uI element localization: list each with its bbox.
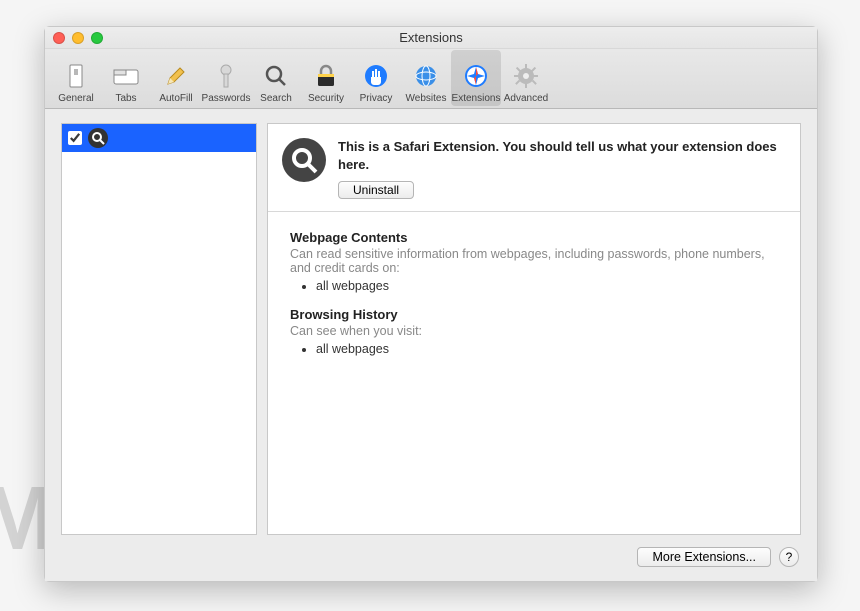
titlebar: Extensions (45, 27, 817, 49)
tab-label: Security (308, 93, 344, 104)
gear-icon (512, 62, 540, 90)
tab-label: General (58, 93, 94, 104)
tab-websites[interactable]: Websites (401, 50, 451, 106)
search-icon (282, 138, 326, 182)
extension-detail-pane: This is a Safari Extension. You should t… (267, 123, 801, 535)
extension-enable-checkbox[interactable] (68, 131, 82, 145)
tab-label: Tabs (115, 93, 136, 104)
sidebar-item-extension[interactable] (62, 124, 256, 152)
more-extensions-button[interactable]: More Extensions... (637, 547, 771, 567)
slider-icon (62, 62, 90, 90)
uninstall-button[interactable]: Uninstall (338, 181, 414, 199)
section-desc: Can read sensitive information from webp… (290, 247, 778, 275)
preferences-window: Extensions General Tabs AutoFill (44, 26, 818, 582)
traffic-lights (53, 32, 103, 44)
tab-search[interactable]: Search (251, 50, 301, 106)
tab-tabs[interactable]: Tabs (101, 50, 151, 106)
extension-description: This is a Safari Extension. You should t… (338, 138, 784, 173)
window-title: Extensions (45, 30, 817, 45)
close-icon[interactable] (53, 32, 65, 44)
permission-item: all webpages (316, 342, 778, 356)
compass-icon (462, 62, 490, 90)
tab-label: Search (260, 93, 292, 104)
hand-icon (362, 62, 390, 90)
tab-label: Passwords (202, 93, 251, 104)
detail-header: This is a Safari Extension. You should t… (268, 124, 800, 212)
permission-item: all webpages (316, 279, 778, 293)
section-title: Webpage Contents (290, 230, 778, 245)
footer: More Extensions... ? (61, 535, 801, 571)
minimize-icon[interactable] (72, 32, 84, 44)
tab-label: Websites (406, 93, 447, 104)
tab-extensions[interactable]: Extensions (451, 50, 501, 106)
tab-label: Advanced (504, 93, 548, 104)
lock-icon (312, 62, 340, 90)
toolbar: General Tabs AutoFill Passwords (45, 49, 817, 109)
extensions-sidebar[interactable] (61, 123, 257, 535)
tab-label: AutoFill (159, 93, 192, 104)
tab-privacy[interactable]: Privacy (351, 50, 401, 106)
search-icon (88, 128, 108, 148)
tab-label: Extensions (452, 93, 501, 104)
pencil-icon (162, 62, 190, 90)
globe-icon (412, 62, 440, 90)
tab-general[interactable]: General (51, 50, 101, 106)
key-icon (212, 62, 240, 90)
help-button[interactable]: ? (779, 547, 799, 567)
tab-autofill[interactable]: AutoFill (151, 50, 201, 106)
section-title: Browsing History (290, 307, 778, 322)
tab-icon (112, 62, 140, 90)
tab-label: Privacy (360, 93, 393, 104)
zoom-icon[interactable] (91, 32, 103, 44)
search-icon (262, 62, 290, 90)
content-area: This is a Safari Extension. You should t… (45, 109, 817, 581)
tab-advanced[interactable]: Advanced (501, 50, 551, 106)
permissions-body: Webpage Contents Can read sensitive info… (268, 212, 800, 388)
tab-passwords[interactable]: Passwords (201, 50, 251, 106)
section-desc: Can see when you visit: (290, 324, 778, 338)
tab-security[interactable]: Security (301, 50, 351, 106)
